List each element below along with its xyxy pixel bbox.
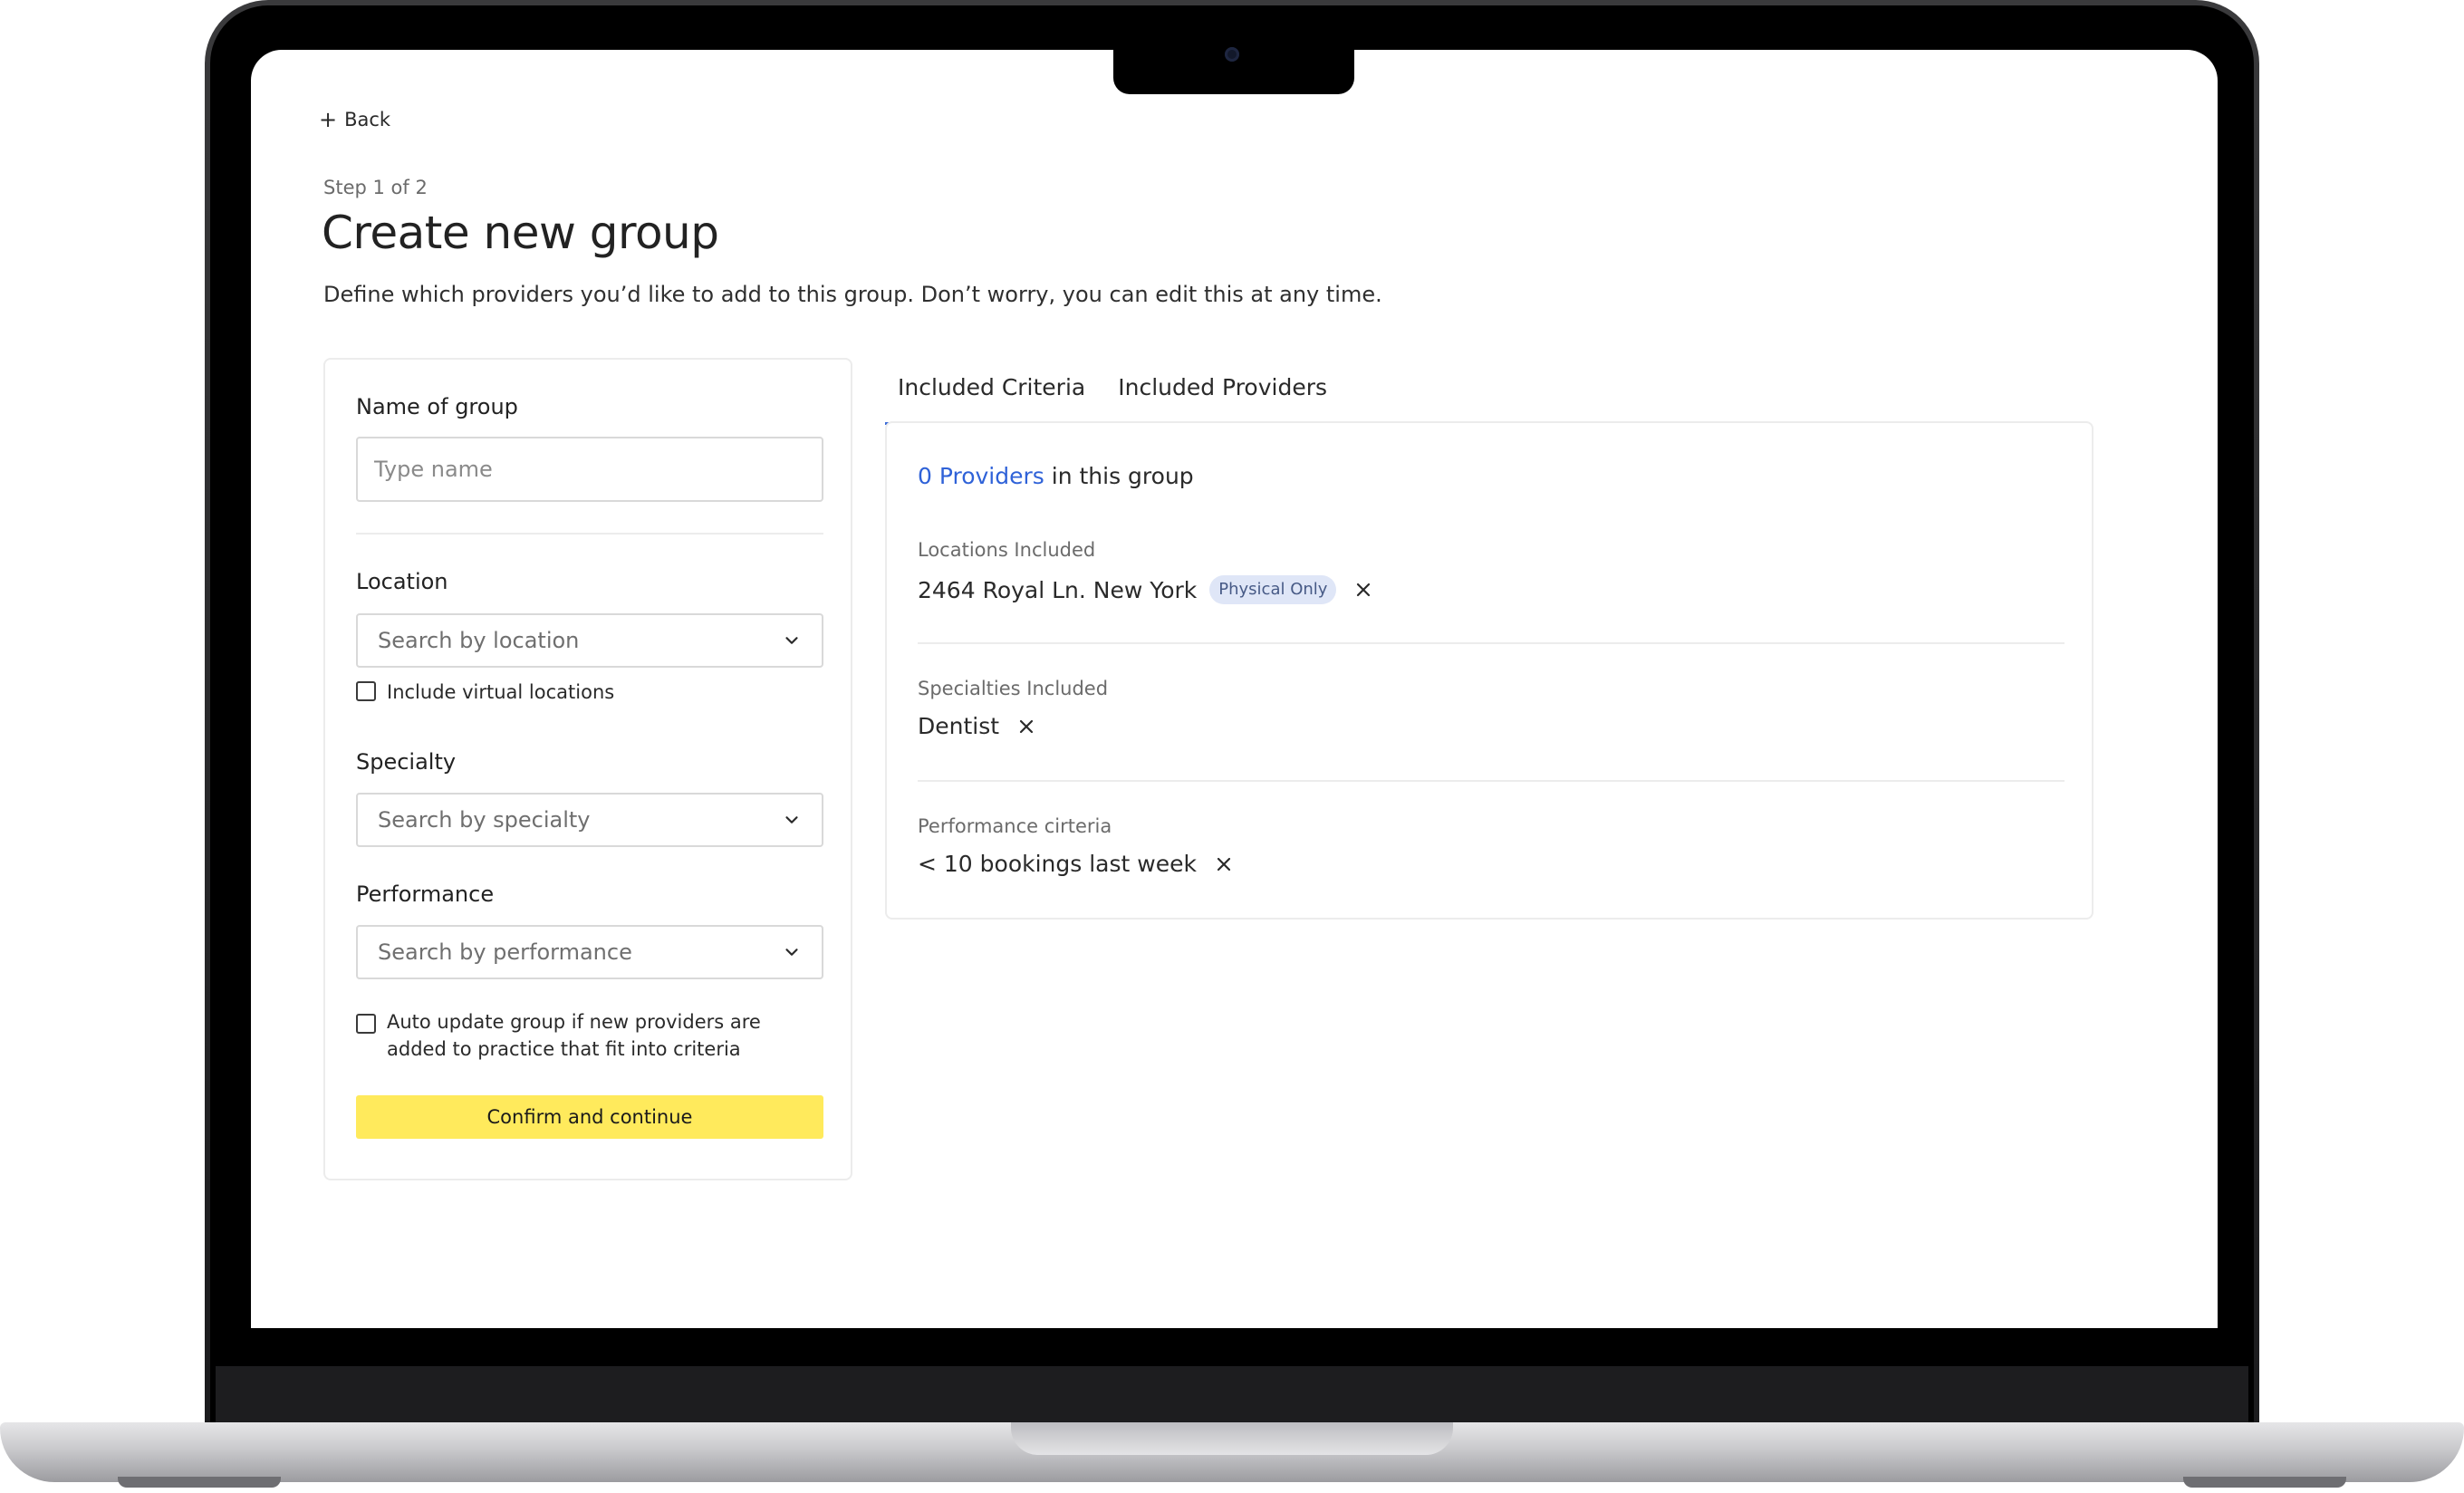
laptop-foot-right (2183, 1477, 2346, 1488)
performance-value: < 10 bookings last week (918, 851, 1197, 877)
performance-label: Performance (356, 881, 495, 907)
group-form-card: Name of group Location Search by locatio… (323, 358, 852, 1180)
auto-update-checkbox[interactable] (356, 1014, 376, 1034)
step-indicator: Step 1 of 2 (323, 177, 428, 198)
performance-criteria-row: < 10 bookings last week (918, 851, 1233, 877)
tab-included-criteria[interactable]: Included Criteria (885, 374, 1099, 425)
group-name-input[interactable] (356, 437, 823, 502)
include-virtual-checkbox[interactable] (356, 681, 376, 701)
performance-select[interactable]: Search by performance (356, 925, 823, 979)
auto-update-label-line2: added to practice that fit into criteria (387, 1038, 741, 1060)
section-divider (918, 780, 2065, 782)
location-select-placeholder: Search by location (378, 628, 580, 653)
locations-included-label: Locations Included (918, 539, 1096, 561)
include-virtual-checkbox-row[interactable]: Include virtual locations (356, 679, 614, 706)
page-subtitle: Define which providers you’d like to add… (323, 282, 1382, 307)
specialty-label: Specialty (356, 749, 457, 775)
laptop-base-notch (1011, 1422, 1453, 1455)
physical-only-badge: Physical Only (1209, 575, 1337, 604)
location-criteria-row: 2464 Royal Ln. New York Physical Only (918, 575, 1372, 604)
chevron-down-icon (785, 637, 798, 644)
laptop-foot-left (118, 1477, 281, 1488)
performance-select-placeholder: Search by performance (378, 939, 632, 965)
close-icon[interactable] (1215, 855, 1233, 873)
location-value: 2464 Royal Ln. New York (918, 576, 1198, 603)
form-divider (356, 533, 823, 535)
specialty-select-placeholder: Search by specialty (378, 807, 591, 833)
include-virtual-label: Include virtual locations (387, 681, 615, 703)
section-divider (918, 642, 2065, 644)
specialties-included-label: Specialties Included (918, 678, 1109, 699)
camera-icon (1225, 47, 1239, 62)
criteria-tabs: Included Criteria Included Providers (885, 374, 1347, 425)
auto-update-checkbox-row[interactable]: Auto update group if new providers are a… (356, 1008, 761, 1063)
performance-criteria-label: Performance cirteria (918, 815, 1112, 837)
auto-update-label-line1: Auto update group if new providers are (387, 1011, 761, 1033)
chevron-down-icon (785, 816, 798, 824)
auto-update-label: Auto update group if new providers are a… (387, 1008, 761, 1063)
specialty-criteria-row: Dentist (918, 713, 1035, 739)
plus-icon: + (319, 107, 338, 132)
back-link[interactable]: + Back (319, 109, 390, 130)
location-label: Location (356, 569, 448, 594)
app-screen: + Back Step 1 of 2 Create new group Defi… (251, 50, 2218, 1328)
specialty-value: Dentist (918, 713, 1000, 739)
name-of-group-label: Name of group (356, 394, 518, 419)
laptop-chin (216, 1366, 2248, 1422)
back-label: Back (344, 109, 391, 130)
tab-included-providers[interactable]: Included Providers (1105, 374, 1340, 423)
location-select[interactable]: Search by location (356, 613, 823, 668)
specialty-select[interactable]: Search by specialty (356, 793, 823, 847)
page-title: Create new group (322, 207, 719, 259)
providers-link[interactable]: 0 Providers (918, 463, 1044, 489)
close-icon[interactable] (1017, 718, 1035, 736)
criteria-card: 0 Providers in this group Locations Incl… (885, 421, 2093, 920)
chevron-down-icon (785, 949, 798, 956)
providers-count-suffix: in this group (1044, 463, 1194, 489)
confirm-and-continue-button[interactable]: Confirm and continue (356, 1095, 823, 1139)
close-icon[interactable] (1354, 581, 1372, 599)
providers-count: 0 Providers in this group (918, 463, 1194, 489)
